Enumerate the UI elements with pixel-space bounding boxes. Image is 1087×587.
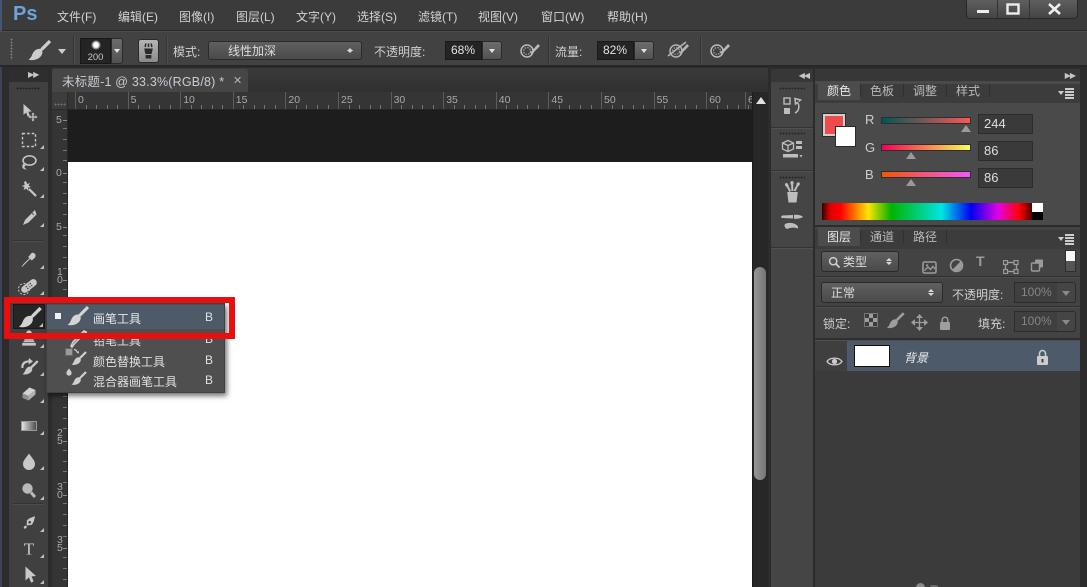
svg-text:T: T <box>23 540 34 559</box>
